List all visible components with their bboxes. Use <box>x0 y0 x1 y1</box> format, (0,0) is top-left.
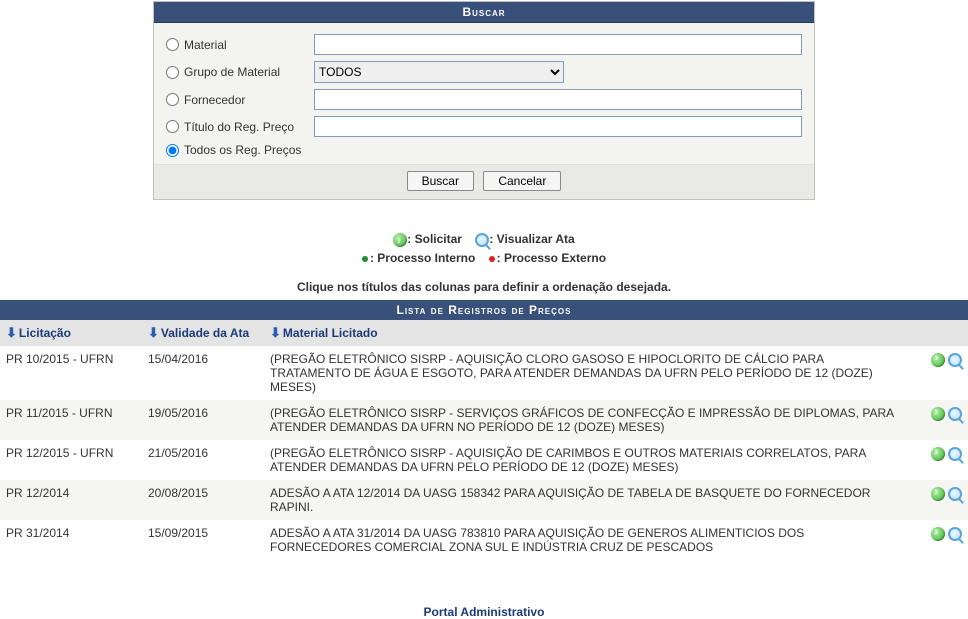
solicitar-icon[interactable] <box>931 527 945 541</box>
cell-actions <box>912 520 968 560</box>
cell-validade: 15/09/2015 <box>142 520 264 560</box>
row-grupo: Grupo de Material TODOS <box>166 58 802 86</box>
col-actions <box>912 320 968 346</box>
row-titulo: Título do Reg. Preço <box>166 113 802 140</box>
legend: : Solicitar : Visualizar Ata : Processo … <box>0 230 968 268</box>
table-row: PR 31/201415/09/2015ADESÃO A ATA 31/2014… <box>0 520 968 560</box>
solicitar-icon[interactable] <box>931 353 945 367</box>
label-grupo: Grupo de Material <box>184 65 314 79</box>
input-material[interactable] <box>314 34 802 55</box>
cell-actions <box>912 346 968 400</box>
cell-material: ADESÃO A ATA 12/2014 DA UASG 158342 PARA… <box>264 480 912 520</box>
col-licitacao[interactable]: ⬇Licitação <box>0 320 142 346</box>
visualizar-icon[interactable] <box>948 407 962 421</box>
visualizar-icon[interactable] <box>948 447 962 461</box>
cell-validade: 21/05/2016 <box>142 440 264 480</box>
cell-licitacao: PR 10/2015 - UFRN <box>0 346 142 400</box>
cell-material: ADESÃO A ATA 31/2014 DA UASG 783810 PARA… <box>264 520 912 560</box>
cell-licitacao: PR 12/2015 - UFRN <box>0 440 142 480</box>
legend-solicitar: : Solicitar <box>407 232 462 246</box>
search-buttons: Buscar Cancelar <box>154 164 814 199</box>
visualizar-icon[interactable] <box>948 527 962 541</box>
legend-visualizar: : Visualizar Ata <box>489 232 574 246</box>
cell-actions <box>912 440 968 480</box>
cell-validade: 19/05/2016 <box>142 400 264 440</box>
cell-validade: 15/04/2016 <box>142 346 264 400</box>
sort-arrow-icon: ⬇ <box>148 325 159 341</box>
radio-material[interactable] <box>166 38 179 51</box>
input-titulo[interactable] <box>314 116 802 137</box>
cell-actions <box>912 480 968 520</box>
label-todos: Todos os Reg. Preços <box>184 143 314 157</box>
sort-arrow-icon: ⬇ <box>6 325 17 341</box>
sort-instruction: Clique nos títulos das colunas para defi… <box>0 274 968 300</box>
col-validade[interactable]: ⬇Validade da Ata <box>142 320 264 346</box>
cell-licitacao: PR 12/2014 <box>0 480 142 520</box>
table-row: PR 10/2015 - UFRN15/04/2016(PREGÃO ELETR… <box>0 346 968 400</box>
cell-material: (PREGÃO ELETRÔNICO SISRP - AQUISIÇÃO DE … <box>264 440 912 480</box>
visualizar-icon <box>475 233 489 247</box>
results-table: ⬇Licitação ⬇Validade da Ata ⬇Material Li… <box>0 320 968 560</box>
list-title: Lista de Registros de Preços <box>0 300 968 320</box>
legend-externo: : Processo Externo <box>497 251 606 265</box>
buscar-button[interactable]: Buscar <box>407 171 474 191</box>
footer-link[interactable]: Portal Administrativo <box>0 605 968 619</box>
label-material: Material <box>184 38 314 52</box>
label-titulo: Título do Reg. Preço <box>184 120 314 134</box>
cell-actions <box>912 400 968 440</box>
radio-fornecedor[interactable] <box>166 93 179 106</box>
cancelar-button[interactable]: Cancelar <box>483 171 561 191</box>
cell-licitacao: PR 11/2015 - UFRN <box>0 400 142 440</box>
cell-material: (PREGÃO ELETRÔNICO SISRP - AQUISIÇÃO CLO… <box>264 346 912 400</box>
solicitar-icon[interactable] <box>931 407 945 421</box>
table-row: PR 11/2015 - UFRN19/05/2016(PREGÃO ELETR… <box>0 400 968 440</box>
col-material[interactable]: ⬇Material Licitado <box>264 320 912 346</box>
visualizar-icon[interactable] <box>948 353 962 367</box>
radio-titulo[interactable] <box>166 120 179 133</box>
search-body: Material Grupo de Material TODOS Fornece… <box>154 23 814 164</box>
label-fornecedor: Fornecedor <box>184 93 314 107</box>
solicitar-icon <box>393 233 407 247</box>
search-title: Buscar <box>154 2 814 23</box>
processo-interno-icon <box>362 256 368 262</box>
cell-material: (PREGÃO ELETRÔNICO SISRP - SERVIÇOS GRÁF… <box>264 400 912 440</box>
radio-grupo[interactable] <box>166 66 179 79</box>
table-row: PR 12/201420/08/2015ADESÃO A ATA 12/2014… <box>0 480 968 520</box>
cell-licitacao: PR 31/2014 <box>0 520 142 560</box>
legend-interno: : Processo Interno <box>370 251 475 265</box>
table-row: PR 12/2015 - UFRN21/05/2016(PREGÃO ELETR… <box>0 440 968 480</box>
solicitar-icon[interactable] <box>931 447 945 461</box>
solicitar-icon[interactable] <box>931 487 945 501</box>
row-fornecedor: Fornecedor <box>166 86 802 113</box>
radio-todos[interactable] <box>166 144 179 157</box>
search-panel: Buscar Material Grupo de Material TODOS … <box>153 1 815 200</box>
processo-externo-icon <box>489 256 495 262</box>
input-fornecedor[interactable] <box>314 89 802 110</box>
row-material: Material <box>166 31 802 58</box>
visualizar-icon[interactable] <box>948 487 962 501</box>
select-grupo[interactable]: TODOS <box>314 61 564 83</box>
sort-arrow-icon: ⬇ <box>270 325 281 341</box>
row-todos: Todos os Reg. Preços <box>166 140 802 160</box>
cell-validade: 20/08/2015 <box>142 480 264 520</box>
